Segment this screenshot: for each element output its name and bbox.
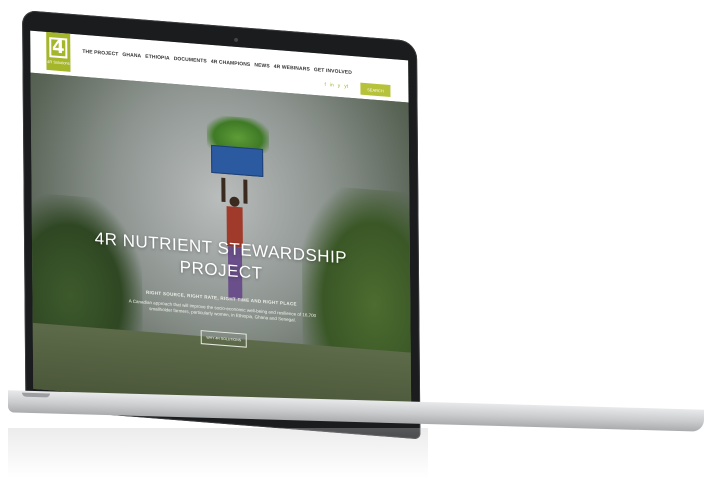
- base-notch: [22, 392, 50, 398]
- social-links: f in y yt: [324, 82, 348, 90]
- laptop-lid: 4 4R Solutions THE PROJECT GHANA ETHIOPI…: [22, 10, 421, 440]
- nav-item-the-project[interactable]: THE PROJECT: [82, 49, 118, 58]
- facebook-icon[interactable]: f: [324, 82, 325, 88]
- logo-mark: 4: [49, 36, 68, 59]
- nav-item-get-involved[interactable]: GET INVOLVED: [314, 67, 352, 76]
- blue-crate-image: [211, 144, 264, 178]
- laptop-mockup: 4 4R Solutions THE PROJECT GHANA ETHIOPI…: [0, 0, 704, 486]
- nav-item-4r-champions[interactable]: 4R CHAMPIONS: [211, 59, 251, 68]
- linkedin-icon[interactable]: in: [330, 82, 334, 88]
- hero-section: 4R NUTRIENT STEWARDSHIP PROJECT RIGHT SO…: [30, 72, 412, 419]
- logo-text: 4R Solutions: [47, 58, 70, 66]
- laptop-reflection: [8, 428, 428, 478]
- search-button[interactable]: SEARCH: [360, 82, 391, 98]
- nav-item-documents[interactable]: DOCUMENTS: [174, 56, 207, 65]
- camera-icon: [234, 37, 239, 43]
- nav-item-ethiopia[interactable]: ETHIOPIA: [145, 54, 169, 62]
- main-nav: THE PROJECT GHANA ETHIOPIA DOCUMENTS 4R …: [82, 49, 352, 76]
- laptop-screen: 4 4R Solutions THE PROJECT GHANA ETHIOPI…: [30, 30, 412, 419]
- nav-item-news[interactable]: NEWS: [254, 62, 269, 69]
- site-logo[interactable]: 4 4R Solutions: [46, 30, 71, 72]
- twitter-icon[interactable]: y: [338, 83, 341, 89]
- nav-item-ghana[interactable]: GHANA: [122, 52, 141, 59]
- youtube-icon[interactable]: yt: [344, 83, 348, 89]
- nav-item-4r-webinars[interactable]: 4R WEBINARS: [274, 64, 310, 73]
